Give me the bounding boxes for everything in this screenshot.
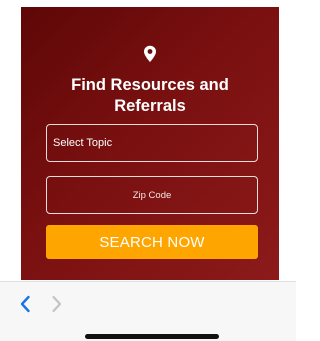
card-title: Find Resources and Referrals	[71, 76, 229, 115]
home-indicator	[85, 334, 219, 339]
screen: Find Resources and Referrals Select Topi…	[0, 0, 296, 341]
select-topic-label: Select Topic	[53, 137, 113, 149]
zip-code-input[interactable]: Zip Code	[46, 176, 258, 214]
map-pin-icon	[21, 45, 279, 63]
resource-finder-card: Find Resources and Referrals Select Topi…	[21, 7, 279, 280]
search-now-button[interactable]: SEARCH NOW	[46, 225, 258, 259]
select-topic-dropdown[interactable]: Select Topic	[46, 124, 258, 162]
browser-toolbar	[0, 281, 296, 341]
chevron-left-icon[interactable]	[15, 294, 35, 314]
zip-code-placeholder: Zip Code	[132, 189, 172, 201]
chevron-right-icon[interactable]	[47, 294, 67, 314]
search-now-label: SEARCH NOW	[99, 233, 205, 251]
